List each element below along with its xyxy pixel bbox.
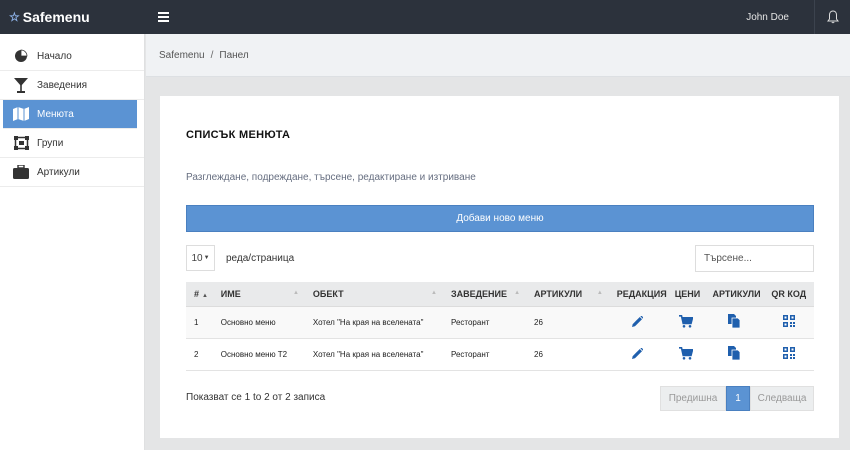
sidebar-item-label: Групи (37, 137, 64, 149)
cell-venue: Ресторант (442, 306, 527, 339)
brand-logo[interactable]: ☆ Safemenu (0, 0, 145, 34)
notifications-button[interactable] (814, 0, 850, 34)
column-header-edit: РЕДАКЦИЯ (608, 282, 667, 307)
sort-icon: ▲ (292, 290, 299, 296)
column-header-object[interactable]: ОБЕКТ ▲ (304, 282, 443, 307)
qr-code-icon[interactable] (782, 347, 795, 359)
breadcrumb-current: Панел (219, 49, 249, 61)
sidebar-item-label: Начало (37, 50, 72, 62)
copy-icon[interactable] (727, 346, 741, 361)
star-icon: ☆ (9, 10, 20, 24)
search-input[interactable] (695, 245, 814, 272)
qr-code-cell (763, 338, 814, 371)
table-header-row: # ▲ ИМЕ ▲ ОБЕКТ ▲ ЗАВЕДЕНИЕ ▲ АРТИКУЛИ ▲ РЕДА… (186, 282, 814, 307)
sidebar-item-label: Артикули (37, 166, 80, 178)
table-row: 2 Основно меню Т2 Хотел "На края на всел… (186, 338, 814, 371)
breadcrumb: Safemenu / Панел (146, 34, 850, 77)
brand-name: Safemenu (22, 9, 90, 25)
table-row: 1 Основно меню Хотел "На края на вселена… (186, 306, 814, 339)
menus-table: # ▲ ИМЕ ▲ ОБЕКТ ▲ ЗАВЕДЕНИЕ ▲ АРТИКУЛИ ▲ РЕДА… (186, 282, 814, 371)
briefcase-icon (13, 164, 29, 180)
cell-object: Хотел "На края на вселената" (304, 306, 443, 339)
cell-venue: Ресторант (442, 338, 527, 371)
cocktail-icon (13, 77, 29, 93)
sort-asc-icon: ▲ (202, 292, 208, 299)
menus-card: СПИСЪК МЕНЮТА Разглеждане, подреждане, т… (160, 96, 839, 438)
page-subtitle: Разглеждане, подреждане, търсене, редакт… (186, 172, 476, 183)
previous-page-button[interactable]: Предишна (660, 386, 726, 411)
pagination: Предишна 1 Следваща (660, 386, 814, 411)
sidebar-item-articles[interactable]: Артикули (0, 158, 144, 187)
articles-cell (704, 306, 764, 339)
column-header-prices: ЦЕНИ (666, 282, 705, 307)
column-header-articles: АРТИКУЛИ (704, 282, 764, 307)
copy-icon[interactable] (727, 314, 741, 329)
cell-num: 2 (186, 338, 213, 371)
cell-items-count: 26 (526, 338, 609, 371)
top-navbar: ☆ Safemenu John Doe (0, 0, 850, 34)
add-menu-button[interactable]: Добави ново меню (186, 205, 814, 232)
column-header-qr-code: QR КОД (763, 282, 814, 307)
prices-cell (666, 338, 705, 371)
cell-object: Хотел "На края на вселената" (304, 338, 443, 371)
caret-down-icon: ▼ (203, 255, 210, 261)
sidebar-item-label: Менюта (37, 108, 74, 120)
edit-cell (608, 338, 667, 371)
prices-cell (666, 306, 705, 339)
breadcrumb-separator: / (210, 49, 214, 61)
hamburger-icon (157, 12, 169, 22)
next-page-button[interactable]: Следваща (750, 386, 814, 411)
cell-name: Основно меню (212, 306, 305, 339)
bell-icon (826, 10, 839, 24)
column-header-num[interactable]: # ▲ (186, 282, 213, 307)
breadcrumb-root-link[interactable]: Safemenu (159, 50, 205, 61)
pencil-icon[interactable] (632, 346, 644, 359)
table-info: Показват се 1 to 2 от 2 записа (186, 392, 326, 403)
sidebar: Начало Заведения Менюта Групи Артикули (0, 34, 145, 450)
articles-cell (704, 338, 764, 371)
group-icon (13, 135, 29, 151)
pencil-icon[interactable] (632, 314, 644, 327)
page-title: СПИСЪК МЕНЮТА (186, 129, 291, 141)
column-header-venue[interactable]: ЗАВЕДЕНИЕ ▲ (442, 282, 527, 307)
map-icon (13, 106, 29, 122)
column-header-name[interactable]: ИМЕ ▲ (212, 282, 305, 307)
shopping-cart-icon[interactable] (678, 314, 694, 328)
page-length-value: 10 (191, 252, 203, 264)
qr-code-icon[interactable] (782, 315, 795, 327)
sidebar-item-menus[interactable]: Менюта (3, 100, 137, 129)
shopping-cart-icon[interactable] (678, 346, 694, 360)
menu-toggle-button[interactable] (145, 0, 181, 34)
column-header-items-count[interactable]: АРТИКУЛИ ▲ (526, 282, 609, 307)
page-length-select[interactable]: 10 ▼ (186, 245, 215, 271)
qr-code-cell (763, 306, 814, 339)
sort-icon: ▲ (431, 290, 437, 296)
cell-name: Основно меню Т2 (212, 338, 305, 371)
page-1-button[interactable]: 1 (726, 386, 750, 411)
pie-chart-icon (13, 48, 29, 64)
sidebar-item-label: Заведения (37, 79, 88, 91)
sort-icon: ▲ (514, 290, 521, 296)
sidebar-item-groups[interactable]: Групи (0, 129, 144, 158)
edit-cell (608, 306, 667, 339)
user-menu[interactable]: John Doe (746, 12, 789, 23)
cell-items-count: 26 (526, 306, 609, 339)
sidebar-item-venues[interactable]: Заведения (0, 71, 144, 100)
sort-icon: ▲ (596, 290, 603, 296)
page-length-label: реда/страница (226, 253, 295, 264)
cell-num: 1 (186, 306, 213, 339)
sidebar-item-home[interactable]: Начало (0, 42, 144, 71)
